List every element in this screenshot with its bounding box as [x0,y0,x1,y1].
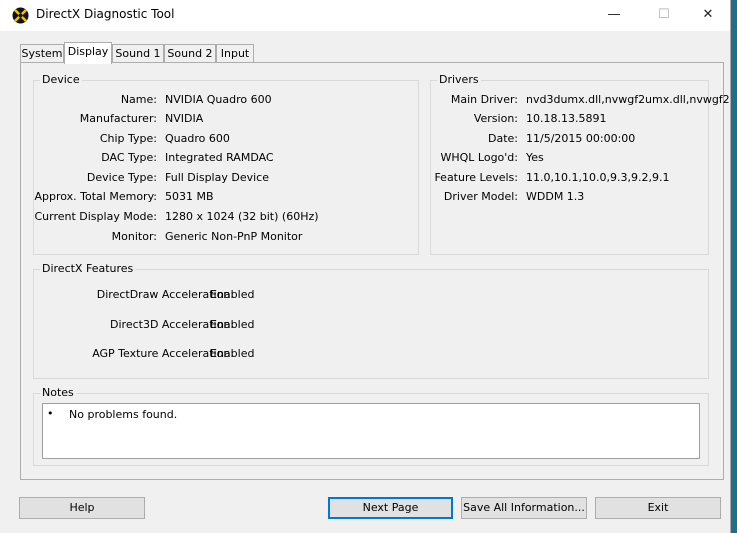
tab-system[interactable]: System [20,44,64,63]
display-mode-label: Current Display Mode: [34,210,157,223]
display-mode-value: 1280 x 1024 (32 bit) (60Hz) [165,210,319,223]
main-driver-label: Main Driver: [450,93,518,106]
device-group-label: Device [40,73,82,86]
feature-levels-label: Feature Levels: [434,171,518,184]
whql-label: WHQL Logo'd: [440,151,518,164]
monitor-value: Generic Non-PnP Monitor [165,230,303,243]
note-text: No problems found. [69,408,178,421]
directx-features-group: DirectX Features DirectDraw Acceleration… [33,262,709,379]
direct3d-value: Enabled [210,318,255,331]
tab-sound-1[interactable]: Sound 1 [112,44,164,63]
manufacturer-label: Manufacturer: [79,112,157,125]
total-memory-label: Approx. Total Memory: [34,190,158,203]
notes-group-label: Notes [40,386,76,399]
drivers-group: Drivers Main Driver: nvd3dumx.dll,nvwgf2u… [430,73,730,255]
window-title: DirectX Diagnostic Tool [36,7,175,21]
whql-value: Yes [526,151,544,164]
minimize-button[interactable]: — [591,0,637,31]
monitor-label: Monitor: [111,230,157,243]
save-all-information-button[interactable]: Save All Information... [461,497,587,519]
next-page-button[interactable]: Next Page [328,497,453,519]
dxdiag-window: DirectX Diagnostic Tool — ☐ ✕ System Dis… [0,0,731,533]
device-group: Device Name: NVIDIA Quadro 600 Manufactur… [33,73,419,255]
driver-model-label: Driver Model: [443,190,518,203]
device-name-value: NVIDIA Quadro 600 [165,93,272,106]
drivers-group-label: Drivers [437,73,481,86]
maximize-button[interactable]: ☐ [641,0,687,31]
chip-type-value: Quadro 600 [165,132,230,145]
device-name-label: Name: [120,93,157,106]
tab-display[interactable]: Display [64,42,112,64]
tab-sound-2[interactable]: Sound 2 [164,44,216,63]
date-label: Date: [488,132,518,145]
dac-type-label: DAC Type: [101,151,157,164]
agp-texture-value: Enabled [210,347,255,360]
driver-model-value: WDDM 1.3 [526,190,585,203]
close-button[interactable]: ✕ [685,0,731,31]
dac-type-value: Integrated RAMDAC [165,151,274,164]
tab-input[interactable]: Input [216,44,254,63]
manufacturer-value: NVIDIA [165,112,204,125]
exit-button[interactable]: Exit [595,497,721,519]
version-label: Version: [473,112,518,125]
title-bar: DirectX Diagnostic Tool — ☐ ✕ [0,0,730,31]
directx-icon [12,7,29,24]
total-memory-value: 5031 MB [165,190,214,203]
version-value: 10.18.13.5891 [526,112,607,125]
feature-levels-value: 11.0,10.1,10.0,9.3,9.2,9.1 [526,171,670,184]
device-type-label: Device Type: [86,171,157,184]
date-value: 11/5/2015 00:00:00 [526,132,636,145]
help-button[interactable]: Help [19,497,145,519]
features-group-label: DirectX Features [40,262,136,275]
main-driver-value: nvd3dumx.dll,nvwgf2umx.dll,nvwgf2 [526,93,730,106]
device-type-value: Full Display Device [165,171,269,184]
notes-textbox[interactable]: • No problems found. [42,403,700,459]
note-bullet: • [47,407,54,420]
chip-type-label: Chip Type: [99,132,157,145]
directdraw-value: Enabled [210,288,255,301]
